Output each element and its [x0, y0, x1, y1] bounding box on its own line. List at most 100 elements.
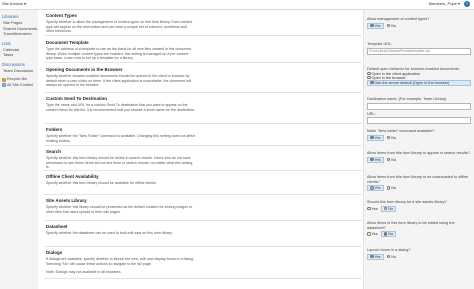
control-label: Should this form library be a site asset… [367, 200, 447, 204]
control-label: Template URL: [367, 42, 393, 46]
divider [44, 62, 362, 63]
no-option[interactable]: No [380, 205, 397, 212]
section-title: Folders [46, 127, 63, 132]
control-dialogs: Launch forms in a dialog? Yes No [367, 248, 471, 260]
control-label: Allow items in this form library to be e… [367, 221, 455, 230]
radio-button[interactable] [383, 232, 388, 236]
user-menu[interactable]: Members, Pope ▾ [429, 1, 460, 6]
radio-button[interactable] [370, 135, 374, 140]
section-title: Dialogs [46, 250, 63, 255]
section-title: Offline Client Availability [46, 174, 99, 179]
no-option[interactable]: No [386, 23, 397, 28]
destination-url-input[interactable] [367, 117, 471, 125]
radio-button[interactable] [383, 206, 388, 211]
section-datasheet: Datasheet Specify whether the datasheet … [46, 224, 362, 236]
option-label: Yes [374, 135, 381, 140]
option-label: Yes [371, 232, 378, 237]
radio-button[interactable] [370, 157, 374, 162]
divider [44, 145, 362, 146]
option-label: No [391, 254, 397, 259]
option-label: Yes [374, 186, 381, 191]
radio-button[interactable] [386, 23, 391, 28]
control-label: Allow items from this form library to be… [367, 175, 469, 184]
destination-name-input[interactable] [367, 102, 471, 110]
option-label: Yes [374, 157, 381, 162]
section-description: Specify whether browser-enabled document… [46, 74, 192, 88]
yes-option[interactable]: Yes [367, 22, 384, 29]
section-title: Custom Send To Destination [46, 96, 108, 101]
section-description: Specify whether this form library should… [46, 156, 193, 170]
radio-button[interactable] [370, 186, 374, 190]
divider [44, 220, 362, 221]
option-label: Yes [371, 206, 378, 211]
yes-option[interactable]: Yes [367, 207, 378, 211]
no-option[interactable]: No [380, 231, 397, 238]
radio-button[interactable] [370, 23, 374, 28]
radio-button[interactable] [367, 75, 371, 80]
divider [44, 194, 362, 195]
control-label: Allow management of content types? [367, 17, 430, 21]
control-offline: Allow items from this form library to be… [367, 175, 471, 192]
control-folders: Make "New folder" command available? Yes… [367, 129, 471, 141]
help-icon[interactable]: ? [464, 1, 470, 7]
section-search: Search Specify whether this form library… [46, 149, 362, 170]
radio-group: Yes No [367, 134, 471, 141]
divider [44, 246, 362, 247]
nav-group-discussions: Discussions Team Discussion [0, 62, 38, 74]
radio-button[interactable] [367, 206, 371, 211]
no-option[interactable]: No [386, 254, 397, 259]
template-url-input[interactable]: /FormLibrarySample/Forms/template.xsn [367, 47, 471, 55]
nav-item-travel-itineraries[interactable]: TravelItineraries [3, 31, 38, 37]
section-description: Specify whether the "New Folder" command… [46, 134, 196, 143]
no-option[interactable]: No [386, 157, 396, 162]
yes-option[interactable]: Yes [367, 232, 378, 236]
section-open-in-browser: Opening Documents in the Browser Specify… [46, 67, 362, 88]
yes-option[interactable]: Yes [367, 185, 384, 192]
nav-item-team-discussion[interactable]: Team Discussion [3, 68, 38, 74]
radio-button[interactable] [386, 186, 391, 190]
radio-button[interactable] [370, 80, 374, 85]
site-content-icon [2, 83, 6, 88]
section-description: If dialogs are available, specify whethe… [46, 257, 195, 266]
section-title: Datasheet [46, 224, 68, 229]
nav-group-special: Recycle Bin All Site Content [0, 77, 38, 88]
divider [44, 123, 362, 124]
radio-button[interactable] [367, 232, 371, 236]
divider [44, 35, 362, 36]
site-actions-menu[interactable]: Site Actions ▾ [2, 1, 26, 6]
control-label: Make "New folder" command available? [367, 129, 435, 133]
radio-button[interactable] [386, 135, 391, 140]
nav-all-site-content[interactable]: All Site Content [2, 83, 38, 89]
radio-button[interactable] [386, 157, 391, 162]
no-option[interactable]: No [386, 135, 396, 140]
option-label: No [388, 206, 394, 211]
option-label: Yes [374, 23, 381, 28]
control-open-behavior: Default open behavior for browser-enable… [367, 67, 471, 86]
nav-item-tasks[interactable]: Tasks [3, 52, 38, 58]
section-description: Specify whether to allow the management … [46, 20, 193, 34]
option-label: No [391, 23, 397, 28]
no-option[interactable]: No [386, 186, 396, 190]
radio-group: Yes No [367, 156, 471, 163]
section-note: Note: Dialogs may not available in all b… [46, 270, 122, 275]
section-description: Type the name and URL for a custom Send … [46, 103, 196, 112]
section-description: Specify whether this form library should… [46, 181, 157, 185]
all-site-content-label: All Site Content [7, 82, 34, 87]
settings-controls: Allow management of content types? Yes N… [363, 10, 474, 289]
section-offline: Offline Client Availability Specify whet… [46, 174, 362, 186]
control-search: Allow items from this form library to ap… [367, 151, 471, 163]
radio-button[interactable] [370, 254, 374, 259]
control-content-types: Allow management of content types? Yes N… [367, 17, 471, 29]
settings-main: Content Types Specify whether to allow t… [38, 10, 363, 289]
divider [44, 278, 362, 279]
radio-button[interactable] [367, 71, 371, 76]
section-title: Search [46, 149, 62, 154]
yes-option[interactable]: Yes [367, 134, 384, 141]
option-label: Open in the browser [371, 75, 406, 80]
yes-option[interactable]: Yes [367, 156, 384, 163]
control-label: Allow items from this form library to ap… [367, 151, 470, 155]
server-default-option[interactable]: Use the server default (Open in the brow… [367, 79, 471, 86]
radio-button[interactable] [386, 254, 391, 259]
yes-option[interactable]: Yes [367, 253, 384, 260]
control-label: Launch forms in a dialog? [367, 248, 411, 252]
